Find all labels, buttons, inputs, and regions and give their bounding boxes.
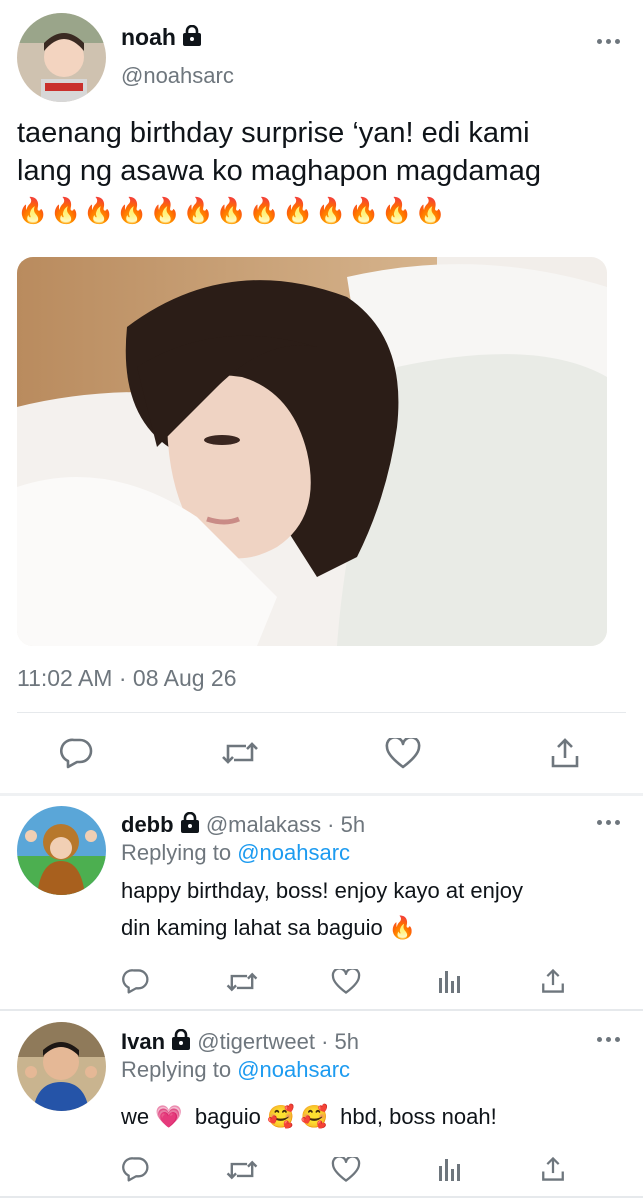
reply-icon[interactable]: [122, 968, 150, 994]
like-icon[interactable]: [331, 969, 361, 995]
reply-handle-time[interactable]: @malakass · 5h: [206, 812, 365, 837]
retweet-icon[interactable]: [225, 1157, 259, 1183]
divider: [0, 1196, 643, 1198]
tweet-text-line-2: lang ng asawa ko maghapon magdamag: [17, 155, 541, 187]
reply-text-line-2: din kaming lahat sa baguio 🔥: [121, 915, 417, 940]
divider: [0, 793, 643, 796]
more-options-icon[interactable]: [597, 39, 620, 44]
analytics-icon[interactable]: [438, 1156, 462, 1182]
more-options-icon[interactable]: [597, 820, 620, 825]
author-avatar[interactable]: [17, 13, 106, 102]
retweet-icon[interactable]: [220, 738, 260, 768]
share-icon[interactable]: [540, 967, 566, 995]
replying-to-handle[interactable]: @noahsarc: [237, 840, 350, 865]
more-options-icon[interactable]: [597, 1037, 620, 1042]
replying-to: Replying to @noahsarc: [121, 840, 350, 866]
author-display-name[interactable]: noah: [121, 24, 176, 50]
analytics-icon[interactable]: [438, 968, 462, 994]
reply-display-name[interactable]: debb: [121, 812, 174, 837]
like-icon[interactable]: [331, 1157, 361, 1183]
reply-text-line-1: we 💗 baguio 🥰 🥰 hbd, boss noah!: [121, 1104, 497, 1129]
lock-icon: [183, 25, 202, 46]
divider: [0, 1009, 643, 1011]
retweet-icon[interactable]: [225, 969, 259, 995]
reply-icon[interactable]: [122, 1156, 150, 1182]
reply-author[interactable]: debb @malakass · 5h: [121, 812, 365, 838]
tweet-photo[interactable]: [17, 257, 607, 646]
like-icon[interactable]: [385, 738, 421, 770]
share-icon[interactable]: [549, 736, 581, 770]
author-name[interactable]: noah: [121, 24, 202, 51]
replying-to-label: Replying to: [121, 1057, 232, 1082]
reply-display-name[interactable]: Ivan: [121, 1029, 165, 1054]
reply-avatar-debb[interactable]: [17, 806, 106, 895]
fire-emoji-row: 🔥🔥🔥🔥🔥🔥🔥🔥🔥🔥🔥🔥🔥: [17, 197, 448, 225]
replying-to: Replying to @noahsarc: [121, 1057, 350, 1083]
lock-icon: [180, 812, 199, 833]
share-icon[interactable]: [540, 1155, 566, 1183]
reply-icon[interactable]: [60, 737, 94, 769]
reply-author[interactable]: Ivan @tigertweet · 5h: [121, 1029, 359, 1055]
tweet-timestamp[interactable]: 11:02 AM · 08 Aug 26: [17, 665, 237, 692]
reply-text-line-1: happy birthday, boss! enjoy kayo at enjo…: [121, 878, 523, 903]
tweet-text-line-1: taenang birthday surprise ‘yan! edi kami: [17, 117, 530, 149]
replying-to-label: Replying to: [121, 840, 232, 865]
reply-handle-time[interactable]: @tigertweet · 5h: [197, 1029, 359, 1054]
lock-icon: [172, 1029, 191, 1050]
author-handle[interactable]: @noahsarc: [121, 63, 234, 89]
replying-to-handle[interactable]: @noahsarc: [237, 1057, 350, 1082]
divider: [17, 712, 626, 713]
reply-avatar-ivan[interactable]: [17, 1022, 106, 1111]
